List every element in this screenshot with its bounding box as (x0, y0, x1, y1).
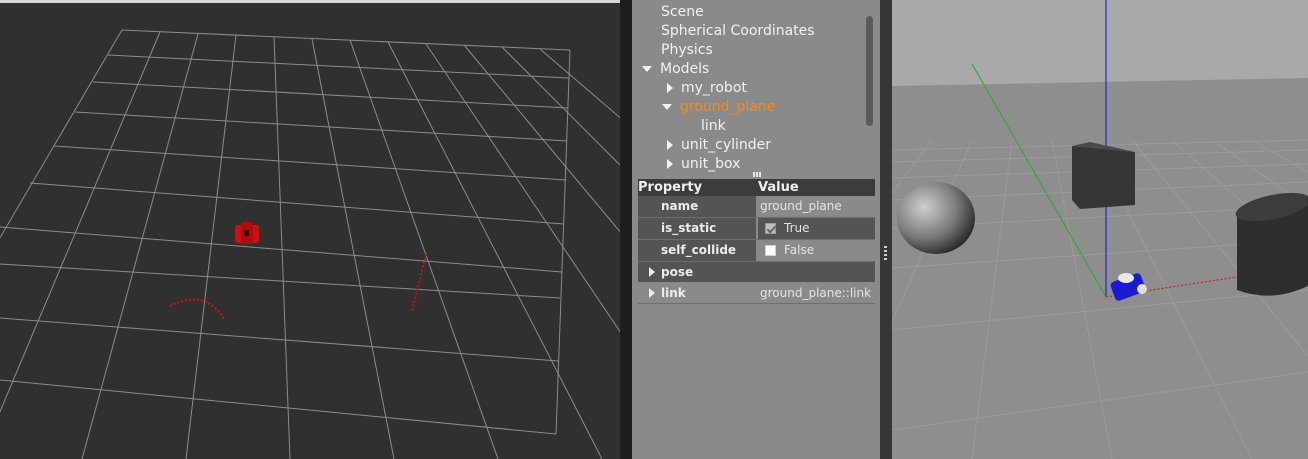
value-column-header: Value (758, 180, 799, 195)
property-group-pose[interactable]: pose (638, 262, 875, 283)
property-group-link[interactable]: link ground_plane::link (638, 283, 875, 304)
property-row-self-collide[interactable]: self_collide False (638, 240, 875, 262)
gazebo-unit-sphere (897, 182, 975, 254)
property-table: Property Value name ground_plane is_stat… (638, 179, 875, 304)
splitter-right[interactable] (880, 0, 892, 459)
tree-item-scene[interactable]: Scene (661, 3, 704, 22)
tree-item-my-robot[interactable]: my_robot (667, 79, 747, 98)
property-column-header: Property (638, 180, 703, 195)
splitter-grip[interactable] (884, 246, 887, 260)
gazebo-unit-box (1072, 142, 1135, 209)
gazebo-scene (892, 0, 1308, 459)
tree-item-unit-box[interactable]: unit_box (667, 155, 740, 174)
collapsed-triangle-icon[interactable] (649, 288, 655, 298)
rviz-grid-view (0, 29, 620, 459)
tree-item-spherical-coordinates[interactable]: Spherical Coordinates (661, 22, 815, 41)
property-row-is-static[interactable]: is_static True (638, 218, 875, 240)
tree-item-models[interactable]: Models (642, 60, 709, 79)
collapsed-triangle-icon[interactable] (667, 140, 673, 150)
expanded-triangle-icon[interactable] (642, 66, 652, 72)
checkbox-icon[interactable] (765, 223, 776, 234)
gazebo-sky (892, 0, 1308, 86)
property-table-header: Property Value (638, 179, 875, 196)
splitter-left[interactable] (620, 0, 632, 459)
expanded-triangle-icon[interactable] (662, 104, 672, 110)
rviz-laser-scan (169, 253, 427, 321)
collapsed-triangle-icon[interactable] (667, 159, 673, 169)
panel-splitter-handle[interactable] (753, 172, 761, 177)
rviz-grid (0, 29, 620, 459)
collapsed-triangle-icon[interactable] (649, 267, 655, 277)
tree-item-unit-cylinder[interactable]: unit_cylinder (667, 136, 771, 155)
tree-scrollbar[interactable] (866, 16, 873, 126)
tree-item-link[interactable]: link (701, 117, 726, 136)
collapsed-triangle-icon[interactable] (667, 83, 673, 93)
property-row-name[interactable]: name ground_plane (638, 196, 875, 218)
rviz-viewport[interactable] (0, 0, 620, 459)
world-panel: Scene Spherical Coordinates Physics Mode… (632, 0, 880, 459)
gazebo-viewport[interactable] (892, 0, 1308, 459)
tree-item-physics[interactable]: Physics (661, 41, 713, 60)
rviz-robot-model (235, 222, 259, 244)
checkbox-icon[interactable] (765, 245, 776, 256)
tree-item-ground-plane[interactable]: ground_plane (662, 98, 775, 117)
